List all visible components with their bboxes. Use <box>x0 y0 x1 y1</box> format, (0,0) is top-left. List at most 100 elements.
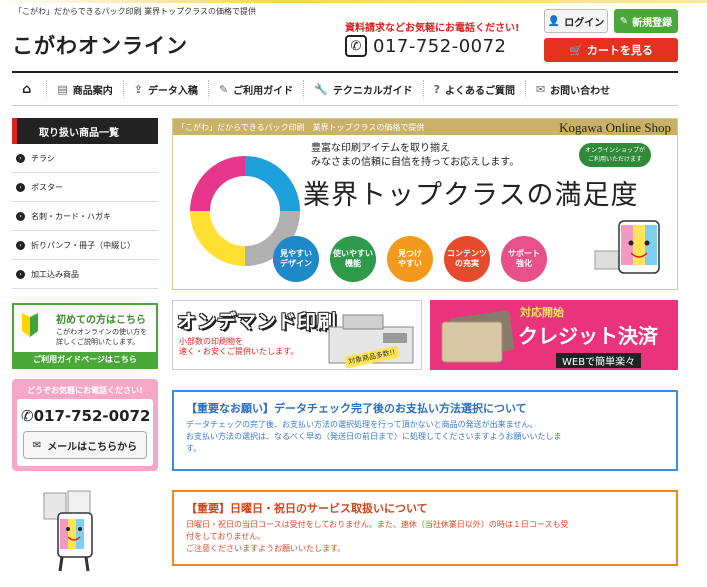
mail-button-label: メールはこちらから <box>47 441 138 453</box>
hero-line1: 豊富な印刷アイテムを取り揃え <box>311 143 450 154</box>
guide-title: 初めての方はこちら <box>56 315 146 326</box>
credit-t2: クレジット決済 <box>518 324 658 348</box>
circle-label: コンテンツ の充実 <box>447 249 487 268</box>
envelope-icon: ✉ <box>32 439 42 451</box>
cart-icon: 🛒 <box>569 43 583 57</box>
notice-line: ご注意くださいますようお願いいたします。 <box>186 544 346 553</box>
guide-desc: こがわオンラインの使い方を 詳しくご説明いたします。 <box>56 327 147 347</box>
signup-label: 新規登録 <box>632 17 673 29</box>
sidebar-item-label: 名刺・カード・ハガキ <box>31 211 111 221</box>
sidebar-item-booklet[interactable]: › 折りパンフ・冊子（中綴じ） <box>12 231 158 260</box>
online-badge-text: オンラインショップが ご利用いただけます <box>584 147 645 163</box>
chevron-right-icon: › <box>16 269 25 279</box>
guide-desc-line: こがわオンラインの使い方を <box>56 328 147 336</box>
sidebar-heading-label: 取り扱い商品一覧 <box>39 127 119 139</box>
top-accent-bar <box>0 0 707 3</box>
notice-body: データチェックの完了後、お支払い方法の選択処理を行って頂かないと商品の発送が出来… <box>186 419 664 455</box>
sidebar-item-label: 折りパンフ・冊子（中綴じ） <box>31 240 136 250</box>
hero-strip-left: 「こがわ」だからできるパック印刷 業界トップクラスの価格で提供 <box>177 123 425 132</box>
nav-data-upload[interactable]: ⇪ データ入稿 <box>124 80 209 98</box>
beginner-mark-icon <box>22 313 38 337</box>
nav-contact[interactable]: ✉ お問い合わせ <box>526 80 620 98</box>
phone-number: 017-752-0072 <box>373 35 507 57</box>
sidebar-heading: 取り扱い商品一覧 <box>12 118 158 144</box>
nav-technical[interactable]: 🔧 テクニカルガイド <box>304 80 424 98</box>
home-icon: ⌂ <box>22 81 32 97</box>
notice-line: データチェックの完了後、お支払い方法の選択処理を行って頂かないと商品の発送が出来… <box>186 420 538 429</box>
notice-line: お支払い方法の選択は、なるべく早め（発送日の前日まで）に処理してくださいますよう… <box>186 432 562 441</box>
notice-line: 日曜日・祝日の当日コースは受付をしておりません。また、連休（当社休業日以外）の時… <box>186 520 569 529</box>
hero-headline: 業界トップクラスの満足度 <box>303 180 639 211</box>
feature-circle-findable: 見つけ やすい <box>387 236 433 282</box>
ondemand-title: オンデマンド印刷 <box>177 311 338 333</box>
beginner-guide-banner[interactable]: 初めての方はこちら こがわオンラインの使い方を 詳しくご説明いたします。 ご利用ガ… <box>12 303 158 369</box>
sidebar-item-processed[interactable]: › 加工込み商品 <box>12 260 158 289</box>
signup-button[interactable]: ✎ 新規登録 <box>614 9 678 33</box>
nav-label: お問い合わせ <box>550 85 611 97</box>
guide-button-label: ご利用ガイドページはこちら <box>33 355 137 364</box>
mail-button[interactable]: ✉ メールはこちらから <box>23 431 147 459</box>
wrench-icon: 🔧 <box>314 82 328 96</box>
edit-icon: ✎ <box>619 15 629 27</box>
header-phone: ✆ 017-752-0072 <box>345 35 507 57</box>
nav-guide[interactable]: ✎ ご利用ガイド <box>209 80 305 98</box>
circle-label: サポート 強化 <box>508 249 540 268</box>
phone-icon: ✆ <box>345 35 367 57</box>
mail-icon: ✉ <box>535 82 546 96</box>
contact-phone-number: 017-752-0072 <box>33 407 151 425</box>
document-icon: ▤ <box>57 82 68 96</box>
nav-products[interactable]: ▤ 商品案内 <box>47 80 124 98</box>
mascot-illustration <box>594 220 660 274</box>
upload-icon: ⇪ <box>133 82 143 96</box>
cart-button[interactable]: 🛒 カートを見る <box>544 38 678 62</box>
notice-line: す。 <box>186 444 202 453</box>
nav-home[interactable]: ⌂ <box>12 80 48 98</box>
notice-body: 日曜日・祝日の当日コースは受付をしておりません。また、連休（当社休業日以外）の時… <box>186 519 664 555</box>
request-text: 資料請求などお気軽にお電話ください! <box>345 23 520 34</box>
circle-label: 見やすい デザイン <box>280 249 312 268</box>
notice-holiday: 【重要】日曜日・祝日のサービス取扱いについて 日曜日・祝日の当日コースは受付をし… <box>172 490 678 566</box>
chevron-right-icon: › <box>16 153 25 163</box>
contact-phone[interactable]: ✆017-752-0072 <box>21 407 150 425</box>
nav-label: データ入稿 <box>147 85 198 97</box>
sidebar-item-cards[interactable]: › 名刺・カード・ハガキ <box>12 202 158 231</box>
site-tagline: 「こがわ」だからできるパック印刷 業界トップクラスの価格で提供 <box>14 7 256 16</box>
hero-banner[interactable]: 「こがわ」だからできるパック印刷 業界トップクラスの価格で提供 Kogawa O… <box>172 118 678 290</box>
feature-circle-design: 見やすい デザイン <box>273 236 319 282</box>
hero-line2: みなさまの信頼に自信を持ってお応えします。 <box>311 157 520 168</box>
hero-strip-right: Kogawa Online Shop <box>559 120 671 135</box>
user-icon: 👤 <box>547 15 561 27</box>
notice-title: 【重要】日曜日・祝日のサービス取扱いについて <box>186 502 428 515</box>
login-label: ログイン <box>564 17 605 29</box>
notice-line: 付をしておりません。 <box>186 532 266 541</box>
sidebar-item-flyer[interactable]: › チラシ <box>12 144 158 173</box>
online-badge: オンラインショップが ご利用いただけます <box>579 143 651 167</box>
contact-box: どうぞお気軽にお電話ください! ✆017-752-0072 ✉ メールはこちらから <box>12 379 158 471</box>
nav-label: よくあるご質問 <box>444 85 515 97</box>
feature-circle-content: コンテンツ の充実 <box>444 236 490 282</box>
credit-t1: 対応開始 <box>520 306 564 319</box>
chevron-right-icon: › <box>16 211 25 221</box>
contact-inner: ✆017-752-0072 ✉ メールはこちらから <box>17 399 153 466</box>
cart-label: カートを見る <box>586 44 653 57</box>
ondemand-banner[interactable]: オンデマンド印刷 小部数の印刷物を 速く・お安くご提供いたします。 対象商品多数!… <box>172 300 422 370</box>
circle-label: 見つけ やすい <box>398 249 422 268</box>
circle-label: 使いやすい 機能 <box>333 249 373 268</box>
guide-page-button[interactable]: ご利用ガイドページはこちら <box>14 352 156 367</box>
feature-circle-support: サポート 強化 <box>501 236 547 282</box>
nav-faq[interactable]: ? よくあるご質問 <box>424 80 526 98</box>
sidebar-item-label: チラシ <box>31 153 55 163</box>
chevron-right-icon: › <box>16 240 25 250</box>
ondemand-sub-line: 小部数の印刷物を <box>179 337 243 346</box>
site-logo[interactable]: こがわオンライン <box>12 30 188 60</box>
feature-circle-usability: 使いやすい 機能 <box>330 236 376 282</box>
sidebar-item-poster[interactable]: › ポスター <box>12 173 158 202</box>
contact-title: どうぞお気軽にお電話ください! <box>27 386 143 395</box>
chevron-right-icon: › <box>16 182 25 192</box>
notice-payment: 【重要なお願い】データチェック完了後のお支払い方法選択について データチェックの… <box>172 390 678 471</box>
nav-label: ご利用ガイド <box>233 85 294 97</box>
pencil-icon: ✎ <box>218 82 229 96</box>
login-button[interactable]: 👤 ログイン <box>544 9 608 33</box>
credit-card-banner[interactable]: 対応開始 クレジット決済 WEBで簡単楽々 <box>430 300 678 370</box>
guide-desc-line: 詳しくご説明いたします。 <box>56 338 140 346</box>
